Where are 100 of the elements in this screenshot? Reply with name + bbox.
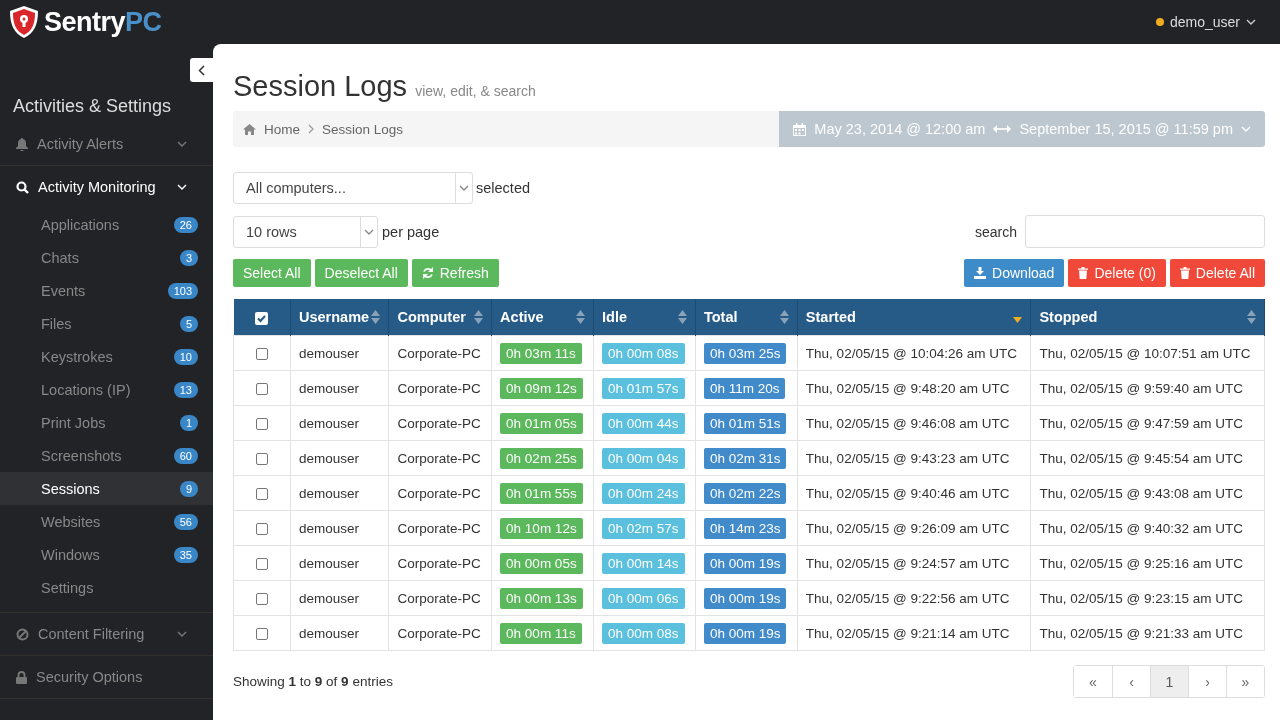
table-cell: Thu, 02/05/15 @ 9:24:57 am UTC xyxy=(797,545,1031,581)
count-badge: 9 xyxy=(179,480,198,497)
sort-icon xyxy=(779,310,789,324)
count-badge: 60 xyxy=(173,447,198,464)
idle-time-tag: 0h 00m 08s xyxy=(602,622,685,644)
table-cell: Thu, 02/05/15 @ 9:43:08 am UTC xyxy=(1030,475,1265,511)
table-cell: demouser xyxy=(290,370,389,406)
idle-time-tag: 0h 01m 57s xyxy=(602,377,685,399)
sidebar-group[interactable]: Activity Monitoring xyxy=(0,166,213,208)
status-dot xyxy=(1155,18,1164,26)
bell-icon xyxy=(16,137,28,151)
table-cell: demouser xyxy=(290,405,389,441)
table-cell: Corporate-PC xyxy=(388,405,492,441)
column-header[interactable]: Total xyxy=(703,309,738,325)
delete-button[interactable]: Delete All xyxy=(1169,259,1265,287)
search-field[interactable] xyxy=(1025,215,1265,248)
sidebar-item[interactable]: Files 5 xyxy=(0,307,213,340)
select-suffix-label: selected xyxy=(476,180,530,196)
idle-time-tag: 0h 00m 08s xyxy=(602,342,685,364)
action-button[interactable]: Refresh xyxy=(411,259,499,287)
rows-per-page-select[interactable]: 10 rows xyxy=(233,215,378,248)
sidebar-item[interactable]: Print Jobs 1 xyxy=(0,406,213,439)
sidebar-item[interactable]: Windows 35 xyxy=(0,538,213,571)
table-cell: demouser xyxy=(290,475,389,511)
select-all-checkbox[interactable] xyxy=(255,311,269,325)
sidebar-item[interactable]: Events 103 xyxy=(0,274,213,307)
sidebar-item[interactable]: Websites 56 xyxy=(0,505,213,538)
active-time-tag: 0h 01m 55s xyxy=(500,482,583,504)
ban-icon xyxy=(16,627,29,641)
caret-icon xyxy=(1241,126,1251,132)
row-checkbox[interactable] xyxy=(256,522,268,535)
row-checkbox[interactable] xyxy=(256,627,268,640)
row-checkbox[interactable] xyxy=(256,382,268,395)
count-badge: 13 xyxy=(173,381,198,398)
column-header[interactable]: Idle xyxy=(602,309,627,325)
action-button[interactable]: Deselect All xyxy=(314,259,408,287)
double-arrow-icon xyxy=(993,125,1012,133)
sidebar-item[interactable]: Sessions 9 xyxy=(0,472,213,505)
page-button[interactable]: 1 xyxy=(1150,666,1188,697)
breadcrumb-item[interactable]: Home xyxy=(264,121,300,137)
row-checkbox[interactable] xyxy=(256,592,268,605)
total-time-tag: 0h 02m 22s xyxy=(703,482,787,504)
table-cell: Thu, 02/05/15 @ 9:43:23 am UTC xyxy=(797,440,1031,476)
row-checkbox[interactable] xyxy=(256,452,268,465)
caret-icon xyxy=(177,631,187,637)
column-header[interactable]: Stopped xyxy=(1039,309,1098,325)
row-checkbox[interactable] xyxy=(256,347,268,360)
download-button[interactable]: Download xyxy=(964,259,1065,287)
row-checkbox[interactable] xyxy=(256,417,268,430)
chevron-left-icon xyxy=(198,64,205,76)
logo-text: SentryPC xyxy=(44,6,162,38)
count-badge: 103 xyxy=(167,282,198,299)
table-cell: Thu, 02/05/15 @ 9:22:56 am UTC xyxy=(797,580,1031,616)
page-button[interactable]: » xyxy=(1226,666,1264,697)
table-cell: Corporate-PC xyxy=(388,370,492,406)
active-time-tag: 0h 00m 13s xyxy=(500,587,583,609)
table-cell: Thu, 02/05/15 @ 9:47:59 am UTC xyxy=(1030,405,1265,441)
column-header[interactable]: Active xyxy=(500,309,544,325)
active-time-tag: 0h 01m 05s xyxy=(500,412,583,434)
sidebar-item[interactable]: Locations (IP) 13 xyxy=(0,373,213,406)
entries-summary: Showing 1 to 9 of 9 entries xyxy=(233,674,393,689)
idle-time-tag: 0h 00m 14s xyxy=(602,552,685,574)
sidebar-item[interactable]: Settings xyxy=(0,571,213,604)
sidebar-item[interactable]: Applications 26 xyxy=(0,208,213,241)
table-cell: Corporate-PC xyxy=(388,545,492,581)
table-cell: Corporate-PC xyxy=(388,615,492,651)
table-cell: demouser xyxy=(290,440,389,476)
table-cell: Thu, 02/05/15 @ 9:26:09 am UTC xyxy=(797,510,1031,546)
active-time-tag: 0h 02m 25s xyxy=(500,447,583,469)
active-time-tag: 0h 00m 05s xyxy=(500,552,583,574)
count-badge: 5 xyxy=(179,315,198,332)
collapse-sidebar-button[interactable] xyxy=(190,58,213,82)
table-cell: demouser xyxy=(290,580,389,616)
chevron-right-icon xyxy=(308,124,314,134)
count-badge: 1 xyxy=(179,414,198,431)
column-header[interactable]: Started xyxy=(805,309,856,325)
table-cell: Corporate-PC xyxy=(388,510,492,546)
table-cell: demouser xyxy=(290,510,389,546)
lock-icon xyxy=(16,670,27,684)
table-cell: Corporate-PC xyxy=(388,580,492,616)
user-menu[interactable]: demo_user xyxy=(1169,14,1240,30)
delete-button[interactable]: Delete (0) xyxy=(1068,259,1166,287)
sidebar-item[interactable]: Chats 3 xyxy=(0,241,213,274)
computer-select[interactable]: All computers... xyxy=(233,172,473,204)
sidebar-item[interactable]: Keystrokes 10 xyxy=(0,340,213,373)
active-time-tag: 0h 00m 11s xyxy=(500,622,582,644)
sort-icon xyxy=(371,310,381,324)
sort-icon xyxy=(576,310,585,324)
table-cell: Thu, 02/05/15 @ 10:07:51 am UTC xyxy=(1030,335,1265,371)
table-cell: Thu, 02/05/15 @ 9:40:46 am UTC xyxy=(797,475,1031,511)
per-page-label: per page xyxy=(382,223,440,240)
total-time-tag: 0h 00m 19s xyxy=(703,587,787,609)
idle-time-tag: 0h 00m 24s xyxy=(602,482,685,504)
download-icon xyxy=(974,267,987,279)
total-time-tag: 0h 01m 51s xyxy=(703,412,787,434)
action-button[interactable]: Select All xyxy=(233,259,311,287)
row-checkbox[interactable] xyxy=(256,557,268,570)
row-checkbox[interactable] xyxy=(256,487,268,500)
count-badge: 35 xyxy=(173,546,198,563)
sidebar-item[interactable]: Screenshots 60 xyxy=(0,439,213,472)
